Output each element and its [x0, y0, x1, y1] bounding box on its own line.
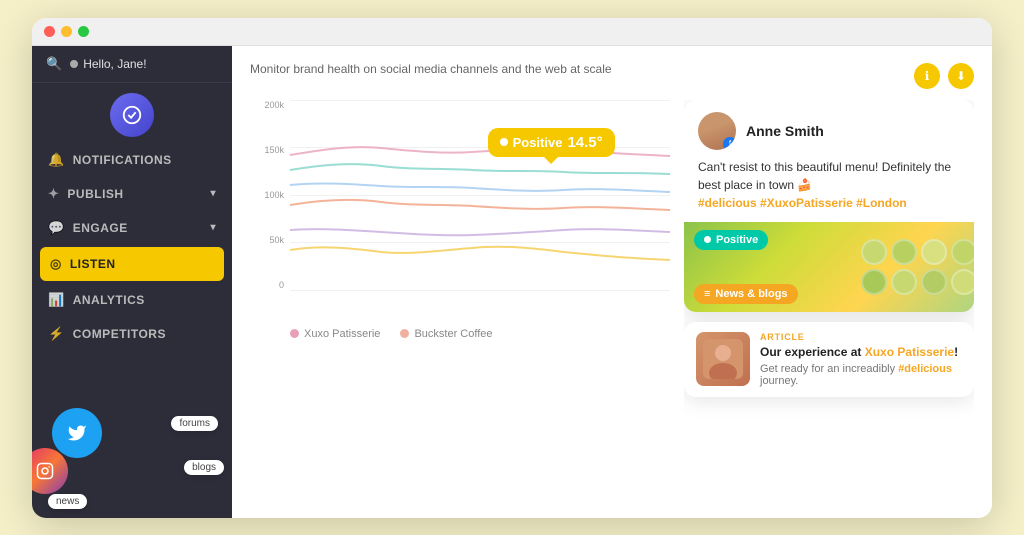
main-content: Monitor brand health on social media cha…	[232, 46, 992, 518]
twitter-icon[interactable]	[52, 408, 102, 458]
sidebar-item-listen[interactable]: ◎ LISTEN	[40, 247, 224, 281]
chart-actions: ℹ ⬇	[910, 63, 974, 89]
article-description: Get ready for an increadibly #delicious …	[760, 363, 962, 387]
publish-icon: ✦	[48, 186, 59, 202]
y-label: 50k	[269, 235, 284, 245]
sidebar: 🔍 Hello, Jane! 🔔 NOTIFICATIONS	[32, 46, 232, 518]
search-icon[interactable]: 🔍	[46, 56, 62, 72]
card-text: Can't resist to this beautiful menu! Def…	[684, 158, 974, 222]
analytics-icon: 📊	[48, 292, 65, 308]
download-button[interactable]: ⬇	[948, 63, 974, 89]
legend-item-buckster: Buckster Coffee	[400, 328, 492, 340]
chart-container: 200k 150k 100k 50k 0	[250, 100, 670, 320]
legend-dot-buckster	[400, 329, 409, 338]
listen-icon: ◎	[50, 256, 62, 272]
chart-svg-area: Positive 14.5°	[290, 100, 670, 290]
user-avatar: f	[698, 112, 736, 150]
app-body: 🔍 Hello, Jane! 🔔 NOTIFICATIONS	[32, 46, 992, 518]
article-title: Our experience at Xuxo Patisserie!	[760, 344, 962, 361]
y-label: 100k	[264, 190, 284, 200]
chart-tooltip: Positive 14.5°	[488, 128, 615, 157]
greeting-text: Hello, Jane!	[70, 57, 146, 71]
competitors-icon: ⚡	[48, 326, 65, 342]
sidebar-header: 🔍 Hello, Jane!	[32, 46, 232, 83]
y-label: 200k	[264, 100, 284, 110]
chevron-down-icon: ▾	[210, 222, 216, 233]
info-button[interactable]: ℹ	[914, 63, 940, 89]
legend-dot-xuxo	[290, 329, 299, 338]
minimize-button[interactable]	[61, 26, 72, 37]
sidebar-nav: 🔔 NOTIFICATIONS ✦ PUBLISH ▾ 💬 ENGAGE ▾ ◎…	[32, 143, 232, 398]
maximize-button[interactable]	[78, 26, 89, 37]
brand-name: Xuxo Patisserie	[865, 345, 954, 359]
browser-window: 🔍 Hello, Jane! 🔔 NOTIFICATIONS	[32, 18, 992, 518]
page-subtitle: Monitor brand health on social media cha…	[250, 62, 612, 76]
chevron-down-icon: ▾	[210, 188, 216, 199]
tooltip-label: Positive	[513, 135, 563, 150]
status-dot	[70, 60, 78, 68]
close-button[interactable]	[44, 26, 55, 37]
social-post-card[interactable]: f Anne Smith Can't resist to this beauti…	[684, 100, 974, 312]
positive-dot	[704, 236, 711, 243]
news-label: news	[48, 494, 87, 509]
sidebar-item-engage[interactable]: 💬 ENGAGE ▾	[32, 211, 232, 245]
article-hashtag: #delicious	[898, 363, 952, 375]
card-image: Positive ≡ News & blogs	[684, 222, 974, 312]
tooltip-value: 14.5°	[567, 134, 602, 151]
chart-legend: Xuxo Patisserie Buckster Coffee	[250, 328, 670, 340]
instagram-icon[interactable]	[32, 448, 68, 494]
facebook-badge: f	[723, 137, 736, 150]
sliders-icon: ≡	[704, 288, 710, 300]
article-thumbnail	[696, 332, 750, 386]
notifications-icon: 🔔	[48, 152, 65, 168]
article-card[interactable]: ARTICLE Our experience at Xuxo Patisseri…	[684, 322, 974, 398]
right-panel: f Anne Smith Can't resist to this beauti…	[684, 100, 974, 502]
sidebar-item-competitors[interactable]: ⚡ COMPETITORS	[32, 317, 232, 351]
positive-chip[interactable]: Positive	[694, 230, 768, 250]
news-chip[interactable]: ≡ News & blogs	[694, 284, 798, 304]
legend-item-xuxo: Xuxo Patisserie	[290, 328, 380, 340]
engage-icon: 💬	[48, 220, 65, 236]
y-label: 150k	[264, 145, 284, 155]
y-label: 0	[279, 280, 284, 290]
sidebar-item-analytics[interactable]: 📊 ANALYTICS	[32, 283, 232, 317]
title-bar	[32, 18, 992, 46]
blogs-label: blogs	[184, 460, 224, 475]
sidebar-item-publish[interactable]: ✦ PUBLISH ▾	[32, 177, 232, 211]
social-icons-area: forums blogs news	[32, 398, 232, 518]
article-content: ARTICLE Our experience at Xuxo Patisseri…	[760, 332, 962, 388]
app-logo	[110, 93, 154, 137]
article-label: ARTICLE	[760, 332, 962, 342]
sidebar-item-notifications[interactable]: 🔔 NOTIFICATIONS	[32, 143, 232, 177]
forums-label: forums	[171, 416, 218, 431]
tooltip-dot	[500, 138, 508, 146]
hashtags[interactable]: #delicious #XuxoPatisserie #London	[698, 196, 907, 210]
y-axis: 200k 150k 100k 50k 0	[250, 100, 290, 290]
user-name: Anne Smith	[746, 123, 824, 139]
card-header: f Anne Smith	[684, 100, 974, 158]
